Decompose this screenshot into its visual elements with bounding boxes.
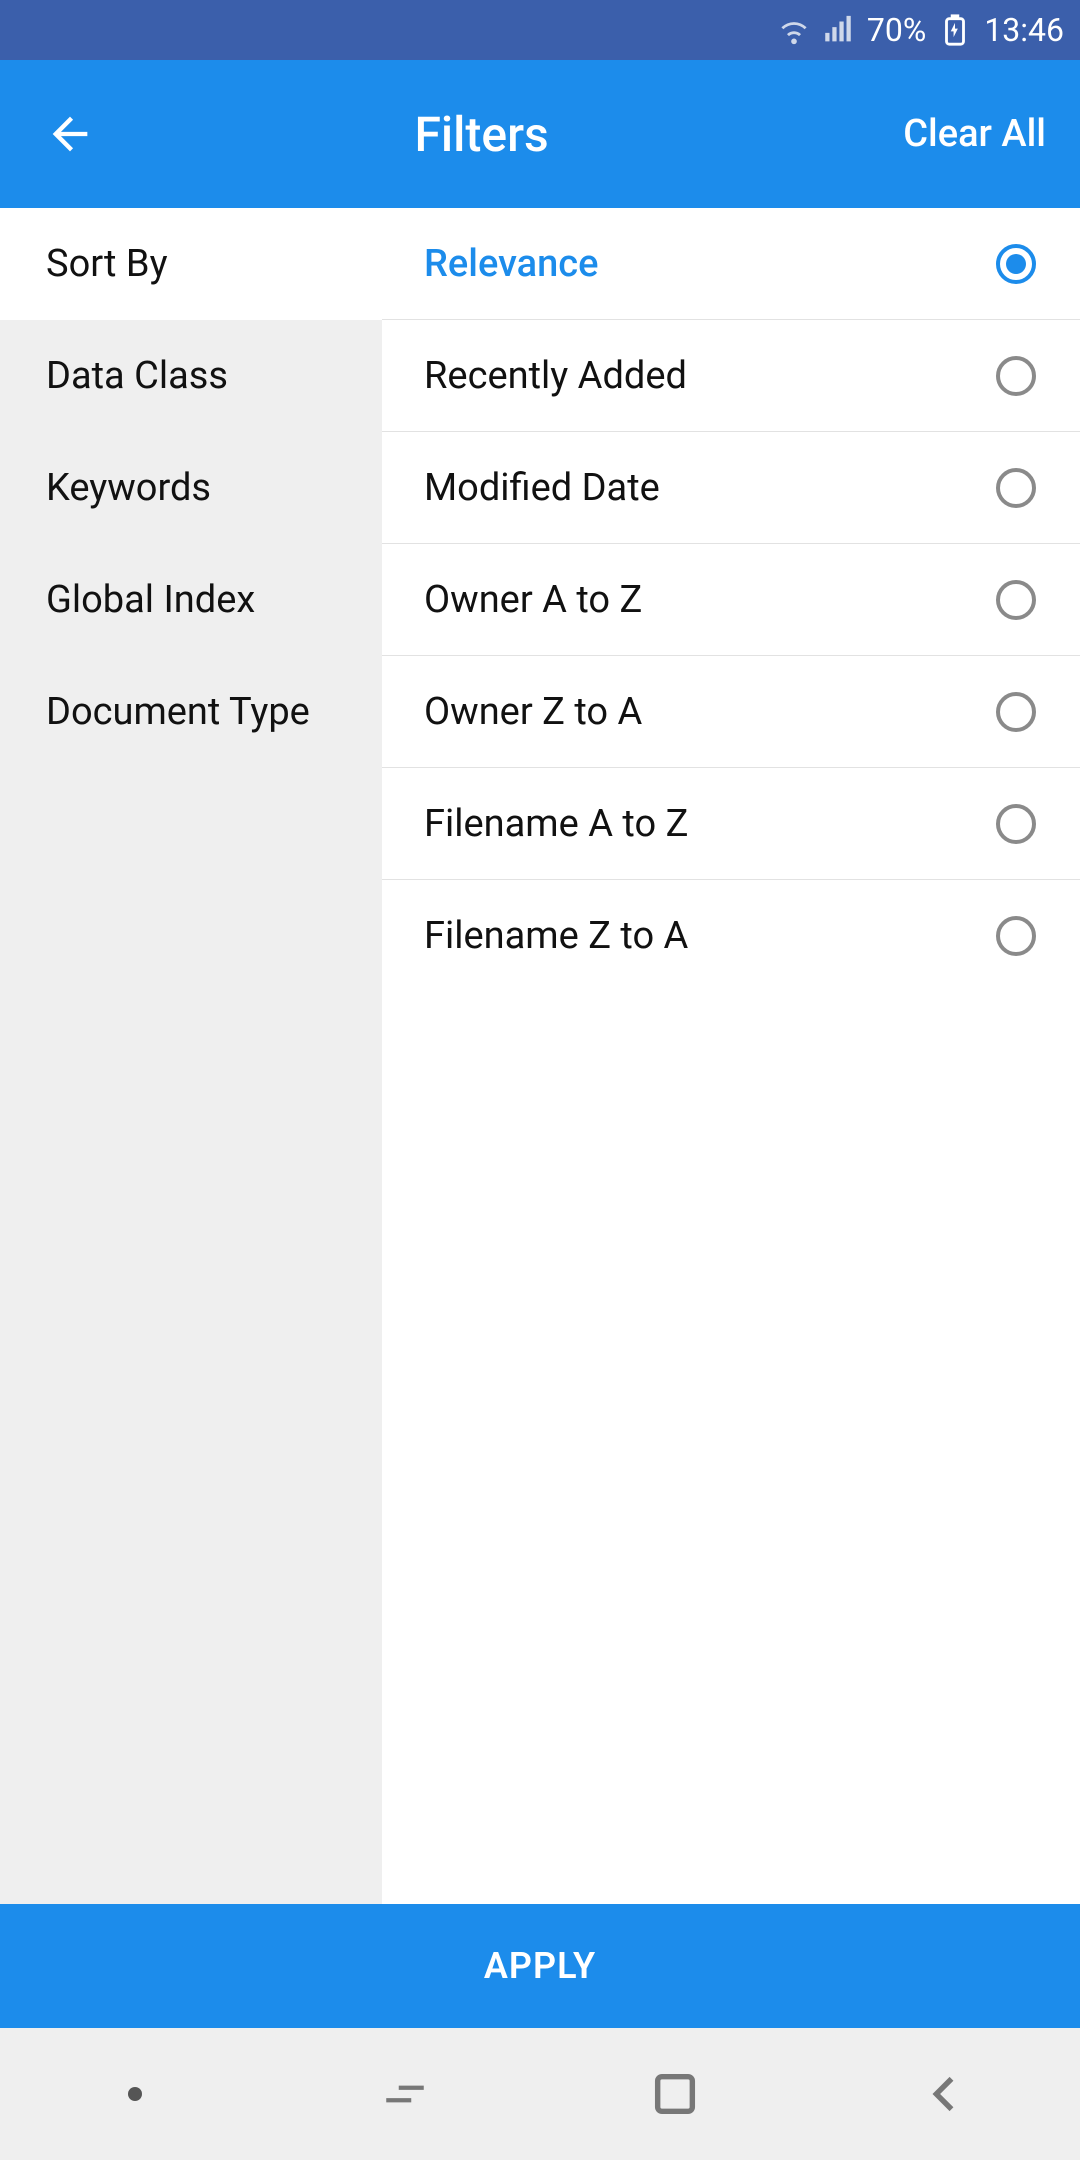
sort-options-list: Relevance Recently Added Modified Date O…: [382, 208, 1080, 1904]
option-modified-date[interactable]: Modified Date: [382, 432, 1080, 544]
signal-icon: [821, 13, 855, 47]
page-title: Filters: [60, 106, 903, 163]
nav-home-button[interactable]: [635, 2054, 715, 2134]
recents-icon: [380, 2069, 430, 2119]
sidebar-item-label: Sort By: [46, 242, 168, 286]
radio-icon: [996, 692, 1036, 732]
option-label: Recently Added: [424, 354, 687, 398]
sidebar-item-sort-by[interactable]: Sort By: [0, 208, 382, 320]
status-bar: 70% 13:46: [0, 0, 1080, 60]
radio-icon: [996, 468, 1036, 508]
clear-all-button[interactable]: Clear All: [903, 112, 1046, 156]
option-owner-z-to-a[interactable]: Owner Z to A: [382, 656, 1080, 768]
battery-charging-icon: [938, 13, 972, 47]
option-label: Relevance: [424, 242, 598, 286]
sidebar-item-global-index[interactable]: Global Index: [0, 544, 382, 656]
nav-dot-button[interactable]: [95, 2054, 175, 2134]
nav-recents-button[interactable]: [365, 2054, 445, 2134]
option-label: Filename A to Z: [424, 802, 688, 846]
dot-icon: [128, 2087, 142, 2101]
radio-icon: [996, 244, 1036, 284]
option-owner-a-to-z[interactable]: Owner A to Z: [382, 544, 1080, 656]
option-filename-a-to-z[interactable]: Filename A to Z: [382, 768, 1080, 880]
navigation-bar: [0, 2028, 1080, 2160]
radio-icon: [996, 916, 1036, 956]
sidebar-item-keywords[interactable]: Keywords: [0, 432, 382, 544]
status-battery-text: 70%: [867, 11, 926, 49]
home-icon: [649, 2068, 701, 2120]
option-relevance[interactable]: Relevance: [382, 208, 1080, 320]
status-time: 13:46: [984, 11, 1064, 49]
content-area: Sort By Data Class Keywords Global Index…: [0, 208, 1080, 1904]
radio-icon: [996, 356, 1036, 396]
radio-icon: [996, 580, 1036, 620]
option-label: Owner A to Z: [424, 578, 642, 622]
option-label: Modified Date: [424, 466, 660, 510]
sidebar-item-document-type[interactable]: Document Type: [0, 656, 382, 768]
nav-back-button[interactable]: [905, 2054, 985, 2134]
option-recently-added[interactable]: Recently Added: [382, 320, 1080, 432]
option-label: Filename Z to A: [424, 914, 688, 958]
apply-button[interactable]: APPLY: [0, 1904, 1080, 2028]
wifi-icon: [777, 13, 811, 47]
sidebar-item-label: Global Index: [46, 578, 255, 622]
sidebar-item-label: Document Type: [46, 690, 310, 734]
option-filename-z-to-a[interactable]: Filename Z to A: [382, 880, 1080, 992]
back-icon: [919, 2068, 971, 2120]
radio-icon: [996, 804, 1036, 844]
sidebar-item-label: Data Class: [46, 354, 228, 398]
toolbar: Filters Clear All: [0, 60, 1080, 208]
sidebar-item-data-class[interactable]: Data Class: [0, 320, 382, 432]
filter-category-sidebar: Sort By Data Class Keywords Global Index…: [0, 208, 382, 1904]
sidebar-item-label: Keywords: [46, 466, 211, 510]
option-label: Owner Z to A: [424, 690, 642, 734]
